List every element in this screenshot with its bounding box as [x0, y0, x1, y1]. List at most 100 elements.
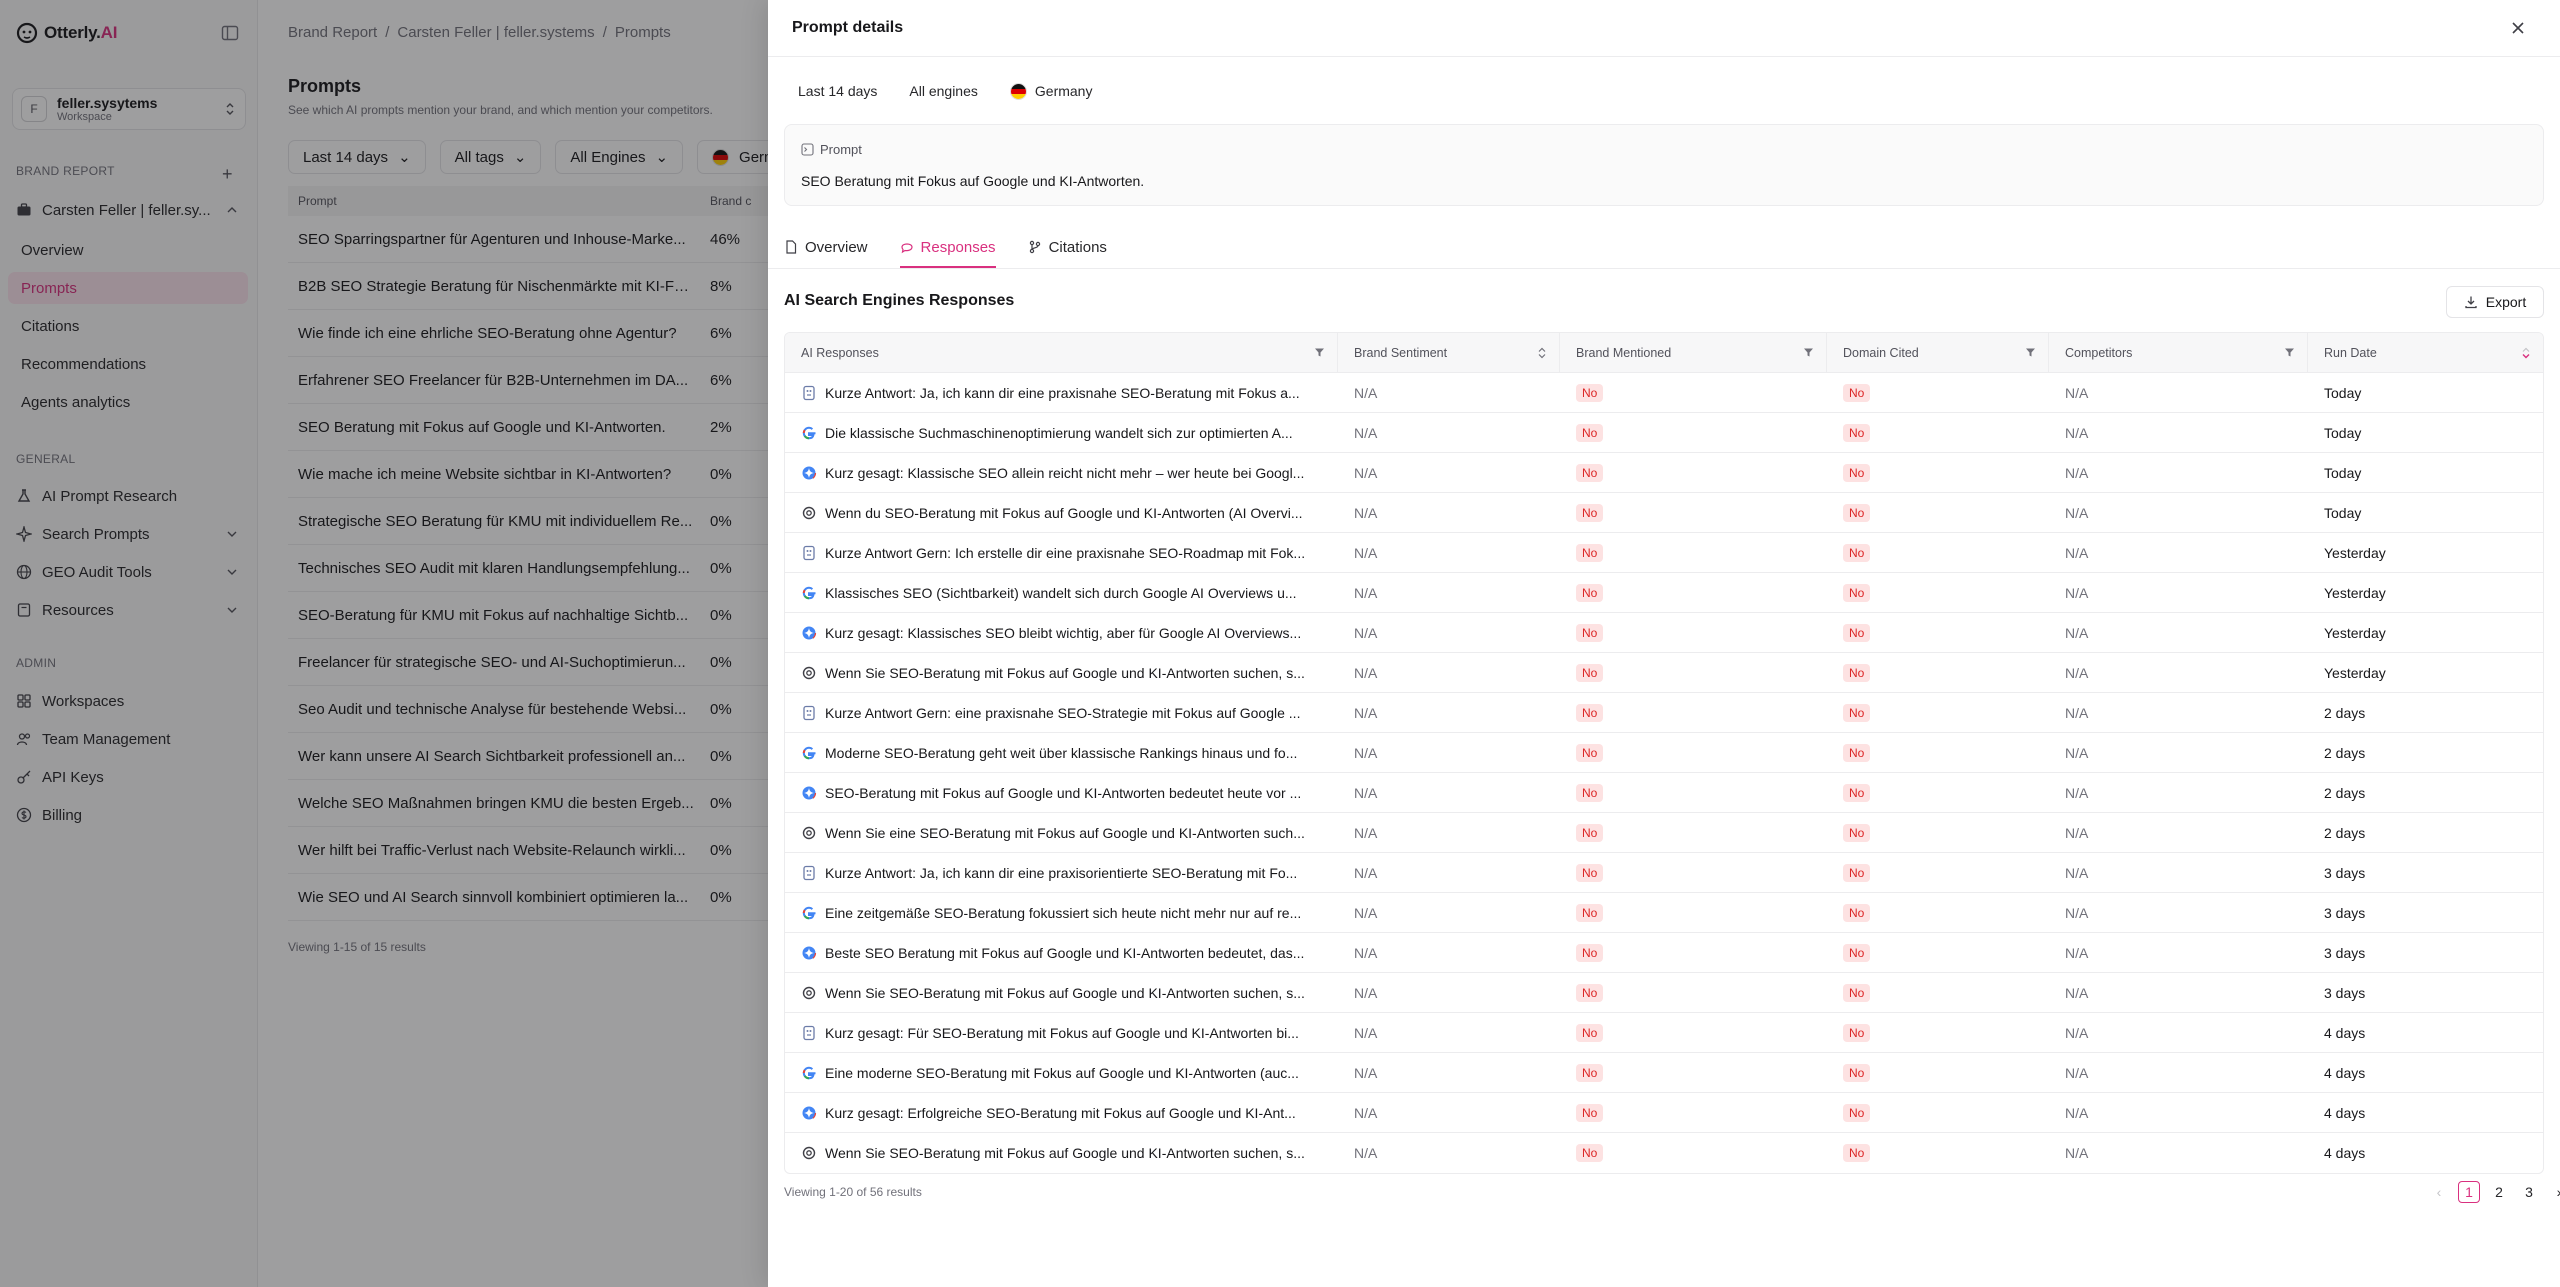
sentiment-value: N/A: [1354, 584, 1378, 601]
tab-citations[interactable]: Citations: [1028, 232, 1107, 268]
status-badge: No: [1843, 943, 1871, 962]
sentiment-value: N/A: [1354, 1104, 1378, 1121]
sentiment-value: N/A: [1354, 744, 1378, 761]
table-row[interactable]: Wenn Sie SEO-Beratung mit Fokus auf Goog…: [785, 1133, 2543, 1173]
table-row[interactable]: Eine zeitgemäße SEO-Beratung fokussiert …: [785, 893, 2543, 933]
response-text: Kurz gesagt: Für SEO-Beratung mit Fokus …: [825, 1024, 1299, 1041]
column-header-ai-responses[interactable]: AI Responses: [785, 333, 1338, 373]
column-header-domain-cited[interactable]: Domain Cited: [1827, 333, 2049, 373]
response-text: SEO-Beratung mit Fokus auf Google und KI…: [825, 784, 1302, 801]
filter-icon[interactable]: [1803, 347, 1814, 358]
run-date-value: 2 days: [2324, 784, 2366, 801]
table-row[interactable]: Beste SEO Beratung mit Fokus auf Google …: [785, 933, 2543, 973]
table-header: AI Responses Brand Sentiment Brand Menti…: [785, 333, 2543, 373]
run-date-value: 3 days: [2324, 864, 2366, 881]
table-row[interactable]: Kurze Antwort Gern: eine praxisnahe SEO-…: [785, 693, 2543, 733]
table-row[interactable]: Kurze Antwort: Ja, ich kann dir eine pra…: [785, 853, 2543, 893]
status-badge: No: [1576, 463, 1604, 482]
column-label: Brand Sentiment: [1354, 345, 1448, 360]
section-title: AI Search Engines Responses: [784, 292, 1015, 309]
run-date-value: Today: [2324, 464, 2362, 481]
competitors-cell: N/A: [2049, 1065, 2308, 1081]
table-row[interactable]: SEO-Beratung mit Fokus auf Google und KI…: [785, 773, 2543, 813]
table-row[interactable]: Eine moderne SEO-Beratung mit Fokus auf …: [785, 1053, 2543, 1093]
table-row[interactable]: Kurz gesagt: Erfolgreiche SEO-Beratung m…: [785, 1093, 2543, 1133]
engines-chip[interactable]: All engines: [899, 78, 988, 104]
page-button[interactable]: 1: [2458, 1181, 2480, 1203]
status-badge: No: [1576, 863, 1604, 882]
table-row[interactable]: Kurz gesagt: Für SEO-Beratung mit Fokus …: [785, 1013, 2543, 1053]
competitors-value: N/A: [2065, 864, 2089, 881]
table-row[interactable]: Kurze Antwort Gern: Ich erstelle dir ein…: [785, 533, 2543, 573]
download-icon: [2465, 296, 2477, 309]
status-badge: No: [1843, 463, 1871, 482]
table-row[interactable]: Wenn Sie eine SEO-Beratung mit Fokus auf…: [785, 813, 2543, 853]
cited-cell: No: [1827, 1103, 2049, 1122]
page-button[interactable]: 3: [2518, 1181, 2540, 1203]
sentiment-cell: N/A: [1338, 625, 1560, 641]
response-cell: Eine zeitgemäße SEO-Beratung fokussiert …: [785, 905, 1338, 921]
mentioned-cell: No: [1560, 823, 1827, 842]
competitors-value: N/A: [2065, 664, 2089, 681]
status-badge: No: [1843, 783, 1871, 802]
sentiment-cell: N/A: [1338, 505, 1560, 521]
export-button[interactable]: Export: [2446, 286, 2544, 318]
status-badge: No: [1576, 703, 1604, 722]
responses-table: AI Responses Brand Sentiment Brand Menti…: [784, 332, 2544, 1174]
competitors-value: N/A: [2065, 384, 2089, 401]
filter-icon[interactable]: [2025, 347, 2036, 358]
competitors-cell: N/A: [2049, 385, 2308, 401]
response-text: Eine zeitgemäße SEO-Beratung fokussiert …: [825, 904, 1302, 921]
table-row[interactable]: Wenn Sie SEO-Beratung mit Fokus auf Goog…: [785, 973, 2543, 1013]
table-row[interactable]: Die klassische Suchmaschinenoptimierung …: [785, 413, 2543, 453]
table-row[interactable]: Wenn du SEO-Beratung mit Fokus auf Googl…: [785, 493, 2543, 533]
competitors-cell: N/A: [2049, 905, 2308, 921]
sentiment-value: N/A: [1354, 1145, 1378, 1161]
sentiment-value: N/A: [1354, 984, 1378, 1001]
competitors-cell: N/A: [2049, 465, 2308, 481]
table-row[interactable]: Kurz gesagt: Klassisches SEO bleibt wich…: [785, 613, 2543, 653]
sort-icon[interactable]: [1537, 347, 1547, 359]
sentiment-cell: N/A: [1338, 1145, 1560, 1161]
mentioned-cell: No: [1560, 863, 1827, 882]
column-header-run-date[interactable]: Run Date: [2308, 333, 2543, 373]
sentiment-cell: N/A: [1338, 1105, 1560, 1121]
table-row[interactable]: Kurze Antwort: Ja, ich kann dir eine pra…: [785, 373, 2543, 413]
close-icon[interactable]: [2508, 18, 2528, 38]
column-header-competitors[interactable]: Competitors: [2049, 333, 2308, 373]
table-row[interactable]: Wenn Sie SEO-Beratung mit Fokus auf Goog…: [785, 653, 2543, 693]
competitors-cell: N/A: [2049, 665, 2308, 681]
run-date-cell: Today: [2308, 425, 2543, 441]
prev-page-icon[interactable]: ‹: [2428, 1181, 2450, 1203]
country-chip[interactable]: Germany: [1000, 78, 1103, 104]
response-cell: Beste SEO Beratung mit Fokus auf Google …: [785, 945, 1338, 961]
mentioned-cell: No: [1560, 583, 1827, 602]
tab-overview[interactable]: Overview: [784, 232, 868, 268]
run-date-cell: Today: [2308, 505, 2543, 521]
table-row[interactable]: Moderne SEO-Beratung geht weit über klas…: [785, 733, 2543, 773]
column-header-brand-mentioned[interactable]: Brand Mentioned: [1560, 333, 1827, 373]
table-row[interactable]: Kurz gesagt: Klassische SEO allein reich…: [785, 453, 2543, 493]
filter-icon[interactable]: [2284, 347, 2295, 358]
sentiment-value: N/A: [1354, 904, 1378, 921]
table-row[interactable]: Klassisches SEO (Sichtbarkeit) wandelt s…: [785, 573, 2543, 613]
filter-icon[interactable]: [1314, 347, 1325, 358]
sentiment-value: N/A: [1354, 544, 1378, 561]
column-header-brand-sentiment[interactable]: Brand Sentiment: [1338, 333, 1560, 373]
run-date-value: 3 days: [2324, 904, 2366, 921]
competitors-value: N/A: [2065, 944, 2089, 961]
sentiment-cell: N/A: [1338, 985, 1560, 1001]
status-badge: No: [1576, 1023, 1604, 1042]
response-text: Eine moderne SEO-Beratung mit Fokus auf …: [825, 1064, 1299, 1081]
response-text: Wenn Sie SEO-Beratung mit Fokus auf Goog…: [825, 1145, 1305, 1161]
modal-backdrop[interactable]: [0, 0, 768, 1287]
period-chip[interactable]: Last 14 days: [788, 78, 887, 104]
germany-flag-icon: [1009, 82, 1027, 100]
page-button[interactable]: 2: [2488, 1181, 2510, 1203]
copilot-icon: [803, 705, 815, 720]
sort-desc-icon[interactable]: [2521, 347, 2531, 359]
tab-responses[interactable]: Responses: [899, 232, 996, 268]
cited-cell: No: [1827, 703, 2049, 722]
status-badge: No: [1843, 623, 1871, 642]
next-page-icon[interactable]: ›: [2548, 1181, 2560, 1203]
